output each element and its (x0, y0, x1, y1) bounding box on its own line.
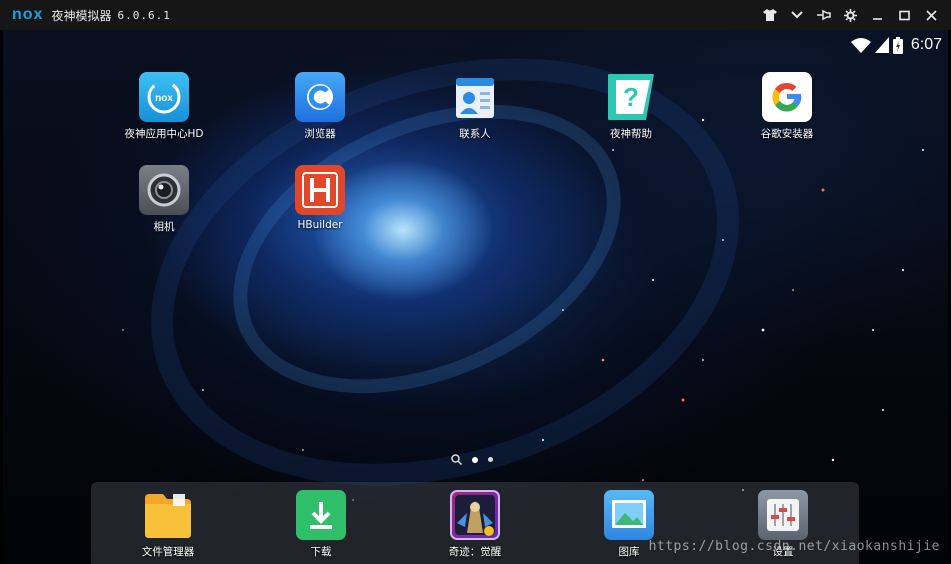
dock-app-downloads[interactable]: 下载 (266, 490, 376, 559)
contacts-icon (450, 72, 500, 122)
settings-icon (758, 490, 808, 540)
shirt-icon[interactable] (756, 0, 783, 30)
app-label: 夜神应用中心HD (124, 128, 204, 140)
app-camera[interactable]: 相机 (104, 165, 224, 234)
app-browser[interactable]: 浏览器 (260, 72, 380, 141)
watermark-text: https://blog.csdn.net/xiaokanshijie (648, 539, 940, 554)
gear-icon[interactable] (837, 0, 864, 30)
dock-app-file-manager[interactable]: 文件管理器 (113, 490, 223, 559)
dock-app-label: 文件管理器 (141, 546, 195, 558)
app-label: 谷歌安装器 (760, 128, 814, 140)
maximize-icon[interactable] (891, 0, 918, 30)
window-controls (756, 0, 945, 30)
page-dot-2[interactable] (488, 457, 493, 462)
camera-icon (139, 165, 189, 215)
app-contacts[interactable]: 联系人 (415, 72, 535, 141)
chevron-down-icon[interactable] (783, 0, 810, 30)
minimize-icon[interactable] (864, 0, 891, 30)
nox-app-center-icon: nox (139, 72, 189, 122)
search-icon[interactable] (451, 454, 462, 465)
pin-icon[interactable] (810, 0, 837, 30)
gallery-icon (604, 490, 654, 540)
app-label: HBuilder (297, 219, 343, 231)
google-installer-icon (762, 72, 812, 122)
status-bar: 6:07 (850, 34, 942, 56)
nox-logo: nox (12, 6, 44, 23)
battery-icon (892, 36, 903, 54)
browser-icon (295, 72, 345, 122)
app-nox-help[interactable]: ? 夜神帮助 (571, 72, 691, 141)
close-icon[interactable] (918, 0, 945, 30)
page-indicator (451, 454, 493, 465)
svg-text:?: ? (623, 82, 639, 112)
app-label: 相机 (153, 221, 175, 233)
android-home-screen[interactable]: 6:07 nox 夜神应用中心HD 浏览器 联系人 ? 夜神帮助 谷歌安装器 相… (3, 30, 948, 564)
download-icon (296, 490, 346, 540)
window-version: 6.0.6.1 (117, 8, 171, 22)
status-clock: 6:07 (910, 36, 942, 53)
app-google-installer[interactable]: 谷歌安装器 (727, 72, 847, 141)
title-bar: nox 夜神模拟器 6.0.6.1 (0, 0, 951, 30)
app-nox-app-center[interactable]: nox 夜神应用中心HD (104, 72, 224, 141)
svg-text:nox: nox (155, 93, 173, 104)
dock-app-game[interactable]: 奇迹：觉醒 (420, 490, 530, 559)
dock-app-label: 奇迹：觉醒 (448, 546, 502, 558)
wifi-icon (850, 38, 871, 53)
app-label: 浏览器 (304, 128, 336, 140)
signal-icon (874, 37, 889, 53)
app-label: 夜神帮助 (610, 128, 652, 140)
page-dot-1[interactable] (472, 456, 478, 463)
hbuilder-icon (295, 165, 345, 215)
app-hbuilder[interactable]: HBuilder (260, 165, 380, 231)
game-icon (450, 490, 500, 540)
help-icon: ? (606, 72, 656, 122)
window-title: 夜神模拟器 (51, 8, 112, 23)
folder-icon (143, 490, 193, 540)
dock-app-label: 下载 (310, 546, 332, 558)
app-label: 联系人 (459, 128, 491, 140)
